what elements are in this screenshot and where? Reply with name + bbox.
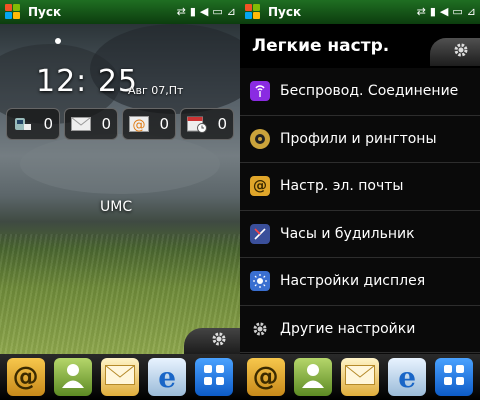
internet-explorer-icon: e [398,360,417,394]
settings-title: Легкие настр. [252,36,390,56]
envelope-icon [71,115,91,133]
settings-corner-tab[interactable] [184,328,240,354]
settings-item-clock[interactable]: Часы и будильник [240,211,480,258]
settings-item-label: Настр. эл. почты [280,178,404,195]
easy-settings-screen: Пуск ⇄ ▮ ◀︎ ▭ ⊿ Легкие настр. Беспровод.… [240,0,480,400]
calendar-tile[interactable]: 0 [180,108,234,140]
settings-item-label: Беспровод. Соединение [280,83,459,100]
data-transfer-icon: ⇄ [176,5,186,18]
calendar-count: 0 [217,115,227,133]
start-menu-dock-button[interactable] [435,358,474,396]
voicemail-icon [13,115,33,133]
messages-tile[interactable]: 0 [64,108,118,140]
settings-item-label: Часы и будильник [280,225,415,242]
wireless-icon [250,81,270,102]
settings-item-profiles[interactable]: Профили и рингтоны [240,116,480,163]
dock: @ e [240,354,480,400]
status-bar: Пуск ⇄ ▮ ◀︎ ▭ ⊿ [0,0,240,24]
browser-dock-button[interactable]: e [388,358,427,396]
person-icon [60,361,86,393]
volume-icon[interactable]: ◀︎ [440,5,448,19]
status-bar: Пуск ⇄ ▮ ◀︎ ▭ ⊿ [240,0,480,24]
start-menu-dock-button[interactable] [195,358,234,396]
data-transfer-icon: ⇄ [416,5,426,18]
windows-logo-icon[interactable] [4,3,22,21]
browser-dock-button[interactable]: e [148,358,187,396]
signal-icon: ▮ [189,5,196,18]
internet-explorer-icon: e [158,360,177,394]
settings-list: Беспровод. Соединение Профили и рингтоны… [240,68,480,353]
battery-icon: ▭ [212,5,223,18]
graph-icon: ⊿ [466,5,476,18]
settings-item-display[interactable]: Настройки дисплея [240,258,480,306]
volume-icon[interactable]: ◀︎ [200,5,208,19]
clock-time[interactable]: 12: 25 [36,64,138,99]
email-at-icon: @ [12,362,39,392]
envelope-icon [104,365,135,389]
speaker-icon [250,128,270,149]
start-label[interactable]: Пуск [28,5,177,19]
email-at-icon: @ [252,362,279,392]
email-count: 0 [159,115,169,133]
envelope-icon [344,365,375,389]
email-dock-button[interactable]: @ [6,358,45,396]
voicemail-count: 0 [43,115,53,133]
messages-dock-button[interactable] [100,358,139,396]
messages-dock-button[interactable] [340,358,379,396]
email-at-icon: @ [129,115,149,133]
settings-item-label: Настройки дисплея [280,273,426,290]
moon-dot [55,38,61,44]
notification-row: 0 0 @ 0 0 [6,108,236,140]
windows-logo-icon[interactable] [244,3,262,21]
clock-date[interactable]: Авг 07,Пт [128,84,183,97]
dock: @ e [0,354,240,400]
settings-item-label: Профили и рингтоны [280,130,437,147]
messages-count: 0 [101,115,111,133]
contacts-dock-button[interactable] [53,358,92,396]
gear-icon [452,41,470,63]
settings-item-wireless[interactable]: Беспровод. Соединение [240,68,480,116]
calendar-icon [187,115,207,133]
settings-item-email[interactable]: @ Настр. эл. почты [240,163,480,211]
email-tile[interactable]: @ 0 [122,108,176,140]
contacts-dock-button[interactable] [293,358,332,396]
start-label[interactable]: Пуск [268,5,417,19]
voicemail-tile[interactable]: 0 [6,108,60,140]
svg-text:@: @ [133,118,146,132]
gear-icon [210,330,228,352]
signal-icon: ▮ [429,5,436,18]
email-at-icon: @ [250,176,270,197]
email-dock-button[interactable]: @ [246,358,285,396]
today-screen: Пуск ⇄ ▮ ◀︎ ▭ ⊿ 12: 25 Авг 07,Пт 0 0 @ 0… [0,0,240,400]
graph-icon: ⊿ [226,5,236,18]
grid-icon [443,364,465,390]
battery-icon: ▭ [452,5,463,18]
person-icon [300,361,326,393]
display-icon [250,271,270,292]
settings-item-other[interactable]: Другие настройки [240,306,480,353]
grid-icon [203,364,225,390]
settings-gear-tab[interactable] [430,38,480,66]
settings-header: Легкие настр. [240,24,480,68]
operator-name: UMC [100,199,133,215]
settings-item-label: Другие настройки [280,320,416,337]
clock-icon [250,223,270,244]
gear-icon [250,319,270,339]
